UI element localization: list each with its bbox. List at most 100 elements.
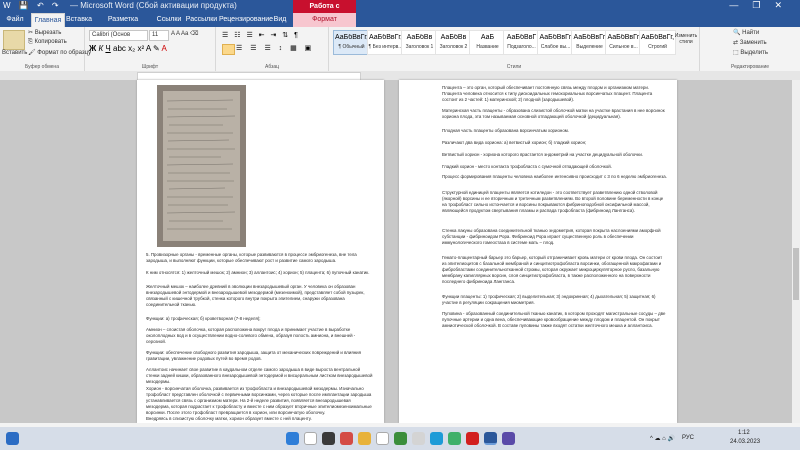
word-icon[interactable] (484, 432, 497, 445)
group-clipboard: Вставить ✂ Вырезать ⎘ Копировать 🖌 Форма… (0, 27, 91, 71)
style-sample: АаБбВвГг (607, 34, 640, 41)
tab-mailings[interactable]: Рассылки (185, 13, 218, 27)
tray-icons[interactable]: ^ ☁ ⌂ 🔊 (650, 435, 675, 442)
left-para-7: Аллантоис начинает свое развитие в кауда… (146, 367, 373, 384)
left-para-4: Функции: а) трофическая; б) кроветворная… (146, 316, 261, 321)
right-para-4: Различают два вида хориона: а) ветвистый… (442, 140, 587, 145)
right-para-3: Плодная часть плаценты образована ворсин… (442, 128, 569, 133)
right-para-7: Процесс формирования плаценты человека н… (442, 174, 667, 179)
start-icon[interactable] (6, 432, 19, 445)
font-name-combo[interactable]: Calibri (Основ (89, 30, 148, 41)
style-item[interactable]: АаБбВвГг, Строгий (639, 30, 676, 55)
style-name: Название (476, 44, 499, 50)
handwritten-notes-image (163, 91, 240, 241)
tab-view[interactable]: Вид (270, 13, 290, 27)
minimize-button[interactable]: — (729, 0, 752, 10)
tab-page-layout[interactable]: Разметка страницы (93, 13, 153, 37)
paste-button[interactable]: Вставить (2, 50, 27, 56)
tab-format[interactable]: Формат (293, 13, 356, 27)
left-para-8: Хорион - ворсинчатая оболочка, развивает… (146, 386, 372, 415)
copy-button[interactable]: ⎘ Копировать (28, 39, 67, 46)
task-view-icon[interactable] (322, 432, 335, 445)
ribbon-tabs: Файл Главная Вставка Разметка страницы С… (0, 13, 800, 37)
horizontal-ruler[interactable] (0, 71, 800, 81)
align-buttons[interactable]: ☰ ☰ ☰ ↕ ▦ ▣ (236, 44, 314, 52)
context-tab-picture-tools: Работа с рисунками (293, 0, 356, 23)
format-painter-label: Формат по образцу (37, 50, 92, 56)
page-left[interactable]: 5. Провизорные органы - временные органы… (137, 80, 384, 423)
font-format-buttons[interactable]: Ж К Ч abc x₂ x² A ✎ A (89, 44, 167, 53)
style-item[interactable]: АаБбВвГг Сильное в... (605, 30, 642, 55)
style-item[interactable]: АаБбВвГг, ¶ Без интерв... (367, 30, 404, 55)
right-para-9: Стенка лакуны образована соединительной … (442, 228, 661, 245)
style-item[interactable]: АаБбВв Заголовок 1 (401, 30, 438, 55)
scissors-icon: ✂ (28, 30, 35, 36)
window-controls[interactable]: —❐✕ (729, 0, 796, 11)
folder-icon[interactable] (358, 432, 371, 445)
quick-access-toolbar[interactable]: W 💾 ↶ ↷ (3, 1, 62, 10)
align-left-button[interactable] (222, 44, 235, 55)
select-button[interactable]: ⬚ Выделить (733, 49, 768, 56)
style-name: Строгий (648, 44, 667, 50)
windows-logo-icon[interactable] (286, 432, 299, 445)
style-sample: АаБбВвГ (506, 34, 537, 41)
cut-button[interactable]: ✂ Вырезать (28, 29, 61, 36)
clipboard-group-label: Буфер обмена (25, 64, 59, 70)
editing-group-label: Редактирование (730, 64, 770, 70)
style-name: ¶ Обычный (338, 44, 365, 50)
right-para-1: Плацента – это орган, который обеспечива… (442, 85, 653, 102)
language-indicator[interactable]: РУС (682, 435, 694, 441)
style-name: Подзаголо... (507, 44, 536, 50)
window-title: — Microsoft Word (Сбой активации продукт… (70, 1, 237, 10)
scrollbar-thumb[interactable] (793, 248, 799, 300)
style-name: Слабое вы... (540, 44, 571, 50)
tab-review[interactable]: Рецензирование (219, 13, 273, 27)
change-styles-button[interactable]: Изменить стили (674, 33, 698, 45)
store-icon[interactable] (376, 432, 389, 445)
yandex-icon[interactable] (466, 432, 479, 445)
chrome-icon[interactable] (394, 432, 407, 445)
handwriting-lines (166, 99, 236, 230)
left-para-5: Амнион – слоистая оболочка, которая расп… (146, 327, 356, 344)
page-right[interactable]: Плацента – это орган, который обеспечива… (399, 80, 677, 423)
right-para-12: Пуповина - образованный соединительной т… (442, 311, 666, 328)
right-para-2: Материнская часть плаценты - образована … (442, 108, 665, 119)
style-item[interactable]: АаБбВв Заголовок 2 (435, 30, 472, 55)
right-para-11: Функции плаценты: 1) трофическая; 2) выд… (442, 294, 656, 305)
style-item[interactable]: АаБбВвГг Выделение (571, 30, 608, 55)
style-item[interactable]: АаБ Название (469, 30, 506, 55)
format-painter-button[interactable]: 🖌 Формат по образцу (28, 49, 91, 56)
list-buttons[interactable]: ☰ ☷ ☰ ⇤ ⇥ ⇅ ¶ (222, 31, 300, 39)
tab-file[interactable]: Файл (0, 13, 30, 27)
inserted-photo[interactable] (157, 85, 246, 247)
style-item[interactable]: АаБбВвГг, ¶ Обычный (333, 30, 370, 55)
search-icon[interactable] (304, 432, 317, 445)
tab-home[interactable]: Главная (31, 13, 65, 27)
paste-icon[interactable] (3, 30, 25, 50)
restore-button[interactable]: ❐ (752, 0, 774, 10)
app-icon-1[interactable] (340, 432, 353, 445)
left-para-6: Функции: обеспечение свободного развития… (146, 350, 361, 361)
style-name: Заголовок 1 (405, 44, 434, 50)
right-para-5: Ветвистый хорион - хориона которого врас… (442, 152, 644, 157)
find-button[interactable]: 🔍 Найти (733, 29, 759, 36)
app-icon-4[interactable] (448, 432, 461, 445)
clock-date[interactable]: 24.03.2023 (730, 439, 760, 445)
clock-time[interactable]: 1:12 (738, 430, 750, 436)
app-icon-2[interactable] (412, 432, 425, 445)
tab-insert[interactable]: Вставка (66, 13, 92, 27)
style-name: ¶ Без интерв... (368, 44, 403, 50)
style-name: Сильное в... (609, 44, 638, 50)
left-para-9: Внедряясь в слизистую оболочку матки, хо… (146, 416, 312, 421)
font-size-combo[interactable]: 11 (149, 30, 169, 41)
replace-label: Заменить (739, 40, 767, 46)
app-icon-3[interactable] (430, 432, 443, 445)
cut-label: Вырезать (34, 30, 62, 36)
style-item[interactable]: АаБбВвГ Подзаголо... (503, 30, 540, 55)
app-icon-5[interactable] (502, 432, 515, 445)
style-item[interactable]: АаБбВвГг Слабое вы... (537, 30, 574, 55)
close-button[interactable]: ✕ (774, 0, 796, 10)
replace-button[interactable]: ⇄ Заменить (733, 39, 767, 46)
tab-references[interactable]: Ссылки (154, 13, 184, 27)
grow-shrink-font-buttons[interactable]: A A Aa ⌫ (171, 30, 199, 37)
